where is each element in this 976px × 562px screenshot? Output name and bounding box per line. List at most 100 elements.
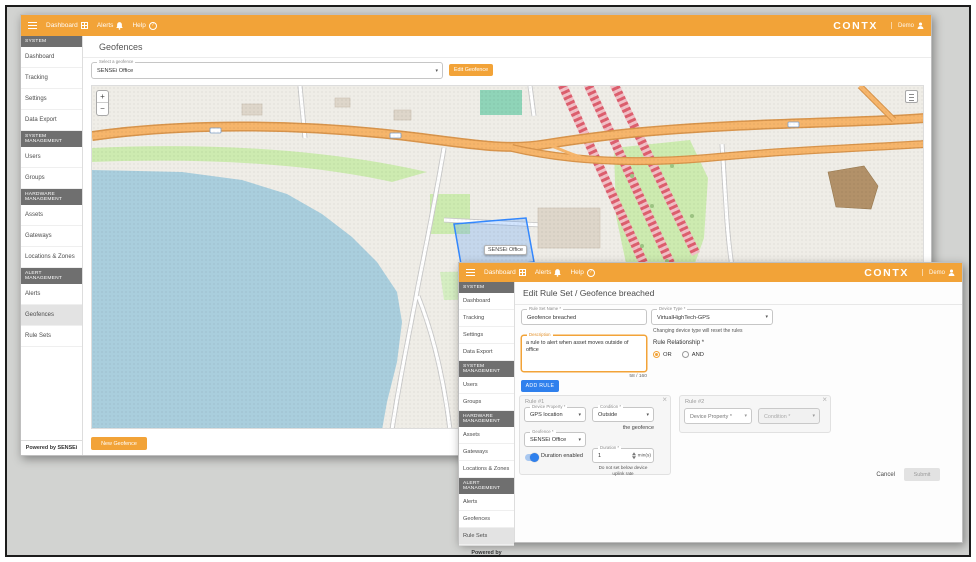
device-property-label: Device Property *: [530, 405, 567, 409]
sidebar-item-dashboard[interactable]: Dashboard: [459, 293, 514, 310]
sidebar: SYSTEM Dashboard Tracking Settings Data …: [459, 282, 515, 542]
nav-help[interactable]: Help?: [132, 22, 156, 30]
rule-2-card: Rule #2 × Device Property * ▾ Condition …: [679, 395, 831, 433]
bell-icon: [554, 269, 561, 277]
sidebar-item-rule-sets[interactable]: Rule Sets: [21, 326, 82, 347]
rule-1-geofence-select[interactable]: Geofence * SENSEi Office ▾: [524, 432, 586, 447]
sidebar-item-users[interactable]: Users: [459, 377, 514, 394]
form-actions: Cancel Submit: [876, 468, 940, 481]
radio-and[interactable]: AND: [682, 351, 704, 358]
nav-alerts[interactable]: Alerts: [97, 22, 124, 30]
desktop: Dashboard Alerts Help? CONTX Demo SYSTEM…: [5, 5, 971, 557]
rule-1-device-property-select[interactable]: Device Property * GPS location ▾: [524, 407, 586, 422]
rule-set-name-input[interactable]: Rule Set Name * Geofence breached: [521, 309, 647, 325]
sidebar-item-gateways[interactable]: Gateways: [459, 444, 514, 461]
geofence-select-value: SENSEi Office: [97, 68, 133, 74]
sidebar-item-gateways[interactable]: Gateways: [21, 226, 82, 247]
sidebar-item-tracking[interactable]: Tracking: [21, 68, 82, 89]
sidebar-item-settings[interactable]: Settings: [21, 89, 82, 110]
submit-button[interactable]: Submit: [904, 468, 940, 481]
close-icon[interactable]: ×: [822, 396, 827, 405]
duration-input[interactable]: Duration * 1 min(s): [592, 448, 654, 463]
chevron-down-icon: ▾: [744, 413, 747, 419]
nav-help[interactable]: Help?: [570, 269, 594, 277]
chevron-down-icon: ▾: [812, 413, 815, 419]
rule-2-device-property-select[interactable]: Device Property * ▾: [684, 408, 752, 424]
sidebar-item-tracking[interactable]: Tracking: [459, 310, 514, 327]
nav-dashboard-label: Dashboard: [484, 269, 516, 276]
bell-icon: [116, 22, 123, 30]
dashboard-grid-icon: [81, 22, 88, 29]
rule-set-name-value: Geofence breached: [527, 315, 576, 321]
nav-alerts[interactable]: Alerts: [535, 269, 562, 277]
device-type-select[interactable]: Device Type * VirtualHighTech-GPS ▾: [651, 309, 773, 325]
nav-dashboard[interactable]: Dashboard: [484, 269, 526, 276]
rule-2-title: Rule #2: [685, 399, 704, 405]
add-rule-button[interactable]: ADD RULE: [521, 380, 559, 392]
chevron-down-icon: ▾: [646, 412, 649, 418]
sidebar-item-locations-zones[interactable]: Locations & Zones: [21, 247, 82, 268]
radio-or-label: OR: [663, 352, 672, 358]
description-textarea[interactable]: Description a rule to alert when asset m…: [521, 335, 647, 372]
chevron-down-icon: ▾: [578, 437, 581, 443]
radio-or[interactable]: OR: [653, 351, 672, 358]
sidebar-item-rule-sets[interactable]: Rule Sets: [459, 528, 514, 545]
geofence-select-label: Select a geofence: [97, 60, 135, 64]
sidebar-item-assets[interactable]: Assets: [21, 205, 82, 226]
sidebar-item-assets[interactable]: Assets: [459, 427, 514, 444]
sidebar-item-groups[interactable]: Groups: [459, 394, 514, 411]
section-header-system-management: SYSTEM MANAGEMENT: [21, 131, 82, 147]
zoom-in-button[interactable]: +: [97, 91, 108, 103]
sidebar-item-locations-zones[interactable]: Locations & Zones: [459, 461, 514, 478]
section-header-system-management: SYSTEM MANAGEMENT: [459, 361, 514, 377]
sidebar-item-alerts[interactable]: Alerts: [459, 494, 514, 511]
geofence-value: SENSEi Office: [530, 437, 566, 443]
user-menu[interactable]: Demo: [922, 269, 955, 276]
duration-stepper[interactable]: [632, 452, 636, 460]
nav-alerts-label: Alerts: [535, 269, 552, 276]
menu-icon[interactable]: [28, 22, 37, 29]
sidebar-item-data-export[interactable]: Data Export: [459, 344, 514, 361]
nav-dashboard[interactable]: Dashboard: [46, 22, 88, 29]
contx-logo: CONTX: [864, 267, 909, 279]
section-header-hardware-management: HARDWARE MANAGEMENT: [459, 411, 514, 427]
sidebar-item-data-export[interactable]: Data Export: [21, 110, 82, 131]
dashboard-grid-icon: [519, 269, 526, 276]
description-char-counter: 58 / 160: [521, 374, 647, 379]
sidebar-item-alerts[interactable]: Alerts: [21, 284, 82, 305]
chevron-down-icon: ▾: [578, 412, 581, 418]
duration-toggle-label: Duration enabled: [541, 453, 583, 459]
cancel-button[interactable]: Cancel: [876, 472, 895, 478]
map-zoom-control: + −: [96, 90, 109, 116]
zoom-out-button[interactable]: −: [97, 103, 108, 115]
rule-1-condition-select[interactable]: Condition * Outside ▾: [592, 407, 654, 422]
geofence-select[interactable]: Select a geofence SENSEi Office ▾: [91, 62, 443, 79]
user-menu[interactable]: Demo: [891, 22, 924, 29]
new-geofence-button[interactable]: New Geofence: [91, 437, 147, 450]
rule-2-condition-select: Condition * ▾: [758, 408, 820, 424]
condition-placeholder: Condition *: [764, 414, 790, 420]
rule-set-content: Edit Rule Set / Geofence breached Rule S…: [515, 282, 962, 542]
duration-helper-line2: uplink rate: [612, 471, 633, 476]
duration-toggle[interactable]: [525, 454, 538, 461]
duration-label: Duration *: [598, 446, 621, 450]
sidebar-item-dashboard[interactable]: Dashboard: [21, 47, 82, 68]
close-icon[interactable]: ×: [662, 396, 667, 405]
map-layers-control[interactable]: [905, 90, 918, 103]
step-down-icon: [632, 456, 636, 459]
sidebar-item-settings[interactable]: Settings: [459, 327, 514, 344]
powered-by-footer: Powered by SENSEi: [459, 545, 514, 557]
user-name: Demo: [929, 270, 945, 276]
sidebar-item-groups[interactable]: Groups: [21, 168, 82, 189]
device-property-value: GPS location: [530, 412, 563, 418]
edit-geofence-button[interactable]: Edit Geofence: [449, 64, 493, 76]
sidebar-item-geofences[interactable]: Geofences: [21, 305, 82, 326]
rule-relationship-label: Rule Relationship *: [653, 340, 704, 346]
sidebar-item-geofences[interactable]: Geofences: [459, 511, 514, 528]
user-name: Demo: [898, 23, 914, 29]
help-icon: ?: [149, 22, 157, 30]
sidebar-item-users[interactable]: Users: [21, 147, 82, 168]
duration-unit: min(s): [638, 454, 651, 459]
person-icon: [917, 22, 924, 29]
menu-icon[interactable]: [466, 269, 475, 276]
